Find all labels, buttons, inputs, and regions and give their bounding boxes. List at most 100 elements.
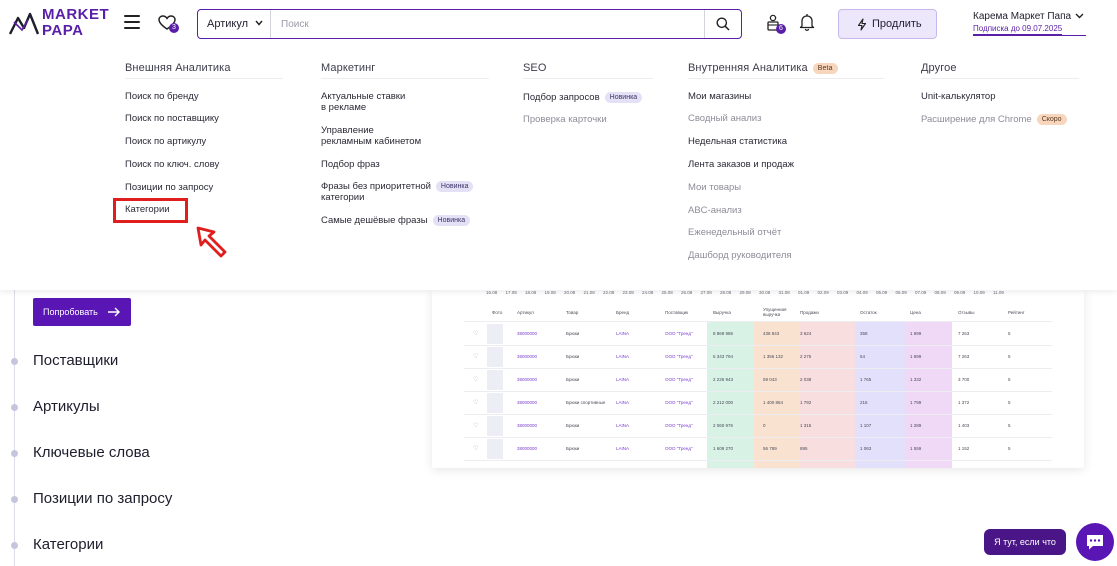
menu-item-manager-dashboard[interactable]: Дашборд руководителя (688, 250, 792, 261)
table-cell-sku[interactable]: 38000000 (517, 423, 537, 428)
menu-item-my-stores[interactable]: Мои магазины (688, 91, 751, 102)
sidebar-item-articles[interactable]: Артикулы (33, 398, 100, 415)
table-cell-brand[interactable]: LAINA (616, 354, 629, 359)
menu-item-keyword-search[interactable]: Поиск по ключ. слову (125, 159, 219, 170)
table-cell-supplier[interactable]: ООО "Тренд" (665, 354, 693, 359)
column-header[interactable]: Товар (566, 310, 578, 315)
menu-item-orders-feed[interactable]: Лента заказов и продаж (688, 159, 794, 170)
try-label: Попробовать (43, 307, 98, 317)
table-cell-rating: 5 (1008, 331, 1011, 336)
search-button[interactable] (704, 10, 741, 38)
table-cell-sku[interactable]: 38000000 (517, 377, 537, 382)
table-cell-supplier[interactable]: ООО "Тренд" (665, 446, 693, 451)
menu-item-label: Расширение для Chrome (921, 114, 1032, 125)
column-header[interactable]: Упущенная выручка (763, 307, 793, 317)
heart-icon[interactable]: ♡ (473, 399, 478, 406)
menu-item-weekly-report[interactable]: Еженедельный отчёт (688, 227, 781, 238)
chat-button[interactable] (1076, 523, 1114, 561)
search-type-select[interactable]: Артикул (198, 10, 271, 38)
heart-icon[interactable]: ♡ (473, 330, 478, 337)
column-header[interactable]: Бренд (616, 310, 629, 315)
column-header[interactable]: Фото (492, 310, 502, 315)
menu-item-sku-search[interactable]: Поиск по артикулу (125, 136, 206, 147)
table-cell-brand[interactable]: LAINA (616, 331, 629, 336)
column-header[interactable]: Остаток (860, 310, 877, 315)
menu-item-my-products[interactable]: Мои товары (688, 182, 741, 193)
menu-item-phrase-selection[interactable]: Подбор фраз (321, 159, 380, 170)
user-name[interactable]: Карема Маркет Папа (973, 11, 1071, 22)
table-cell-supplier[interactable]: ООО "Тренд" (665, 400, 693, 405)
table-cell-supplier[interactable]: ООО "Тренд" (665, 331, 693, 336)
arrow-right-icon (108, 307, 120, 317)
divider (523, 78, 653, 79)
row-divider (464, 391, 1052, 392)
beta-badge: Beta (812, 63, 838, 74)
table-cell-brand[interactable]: LAINA (616, 446, 629, 451)
timeline-dot (11, 450, 18, 457)
orders-button[interactable]: 6 (765, 13, 787, 35)
column-header[interactable]: Отзывы (958, 310, 974, 315)
table-cell-lost: 438 843 (763, 331, 780, 336)
table-cell-reviews: 3 700 (958, 377, 970, 382)
subscription-link[interactable]: Подписка до 09.07.2025 (973, 24, 1063, 35)
table-cell-brand[interactable]: LAINA (616, 377, 629, 382)
column-header[interactable]: Артикул (517, 310, 534, 315)
try-button[interactable]: Попробовать (33, 298, 131, 326)
new-badge: Новинка (604, 92, 643, 103)
menu-item-summary[interactable]: Сводный анализ (688, 113, 761, 124)
date-tick: 19.08 (544, 290, 556, 295)
menu-item-line: рекламным кабинетом (321, 136, 422, 147)
menu-item-line: категории (321, 192, 365, 203)
logo[interactable]: MARKET PAPA (8, 6, 109, 40)
column-header[interactable]: Продажи (800, 310, 819, 315)
menu-item-query-selection[interactable]: Подбор запросов Новинка (523, 92, 643, 103)
column-header[interactable]: Поставщик (665, 310, 688, 315)
favorites-button[interactable]: 3 (157, 13, 179, 35)
menu-item-supplier-search[interactable]: Поиск по поставщику (125, 113, 219, 124)
table-cell-brand[interactable]: LAINA (616, 423, 629, 428)
table-cell-sku[interactable]: 38000000 (517, 446, 537, 451)
menu-item-abc-analysis[interactable]: ABC-анализ (688, 205, 742, 216)
new-badge: Новинка (435, 181, 474, 192)
notifications-button[interactable] (799, 13, 817, 33)
menu-burger-icon[interactable] (124, 15, 140, 29)
sidebar-item-categories[interactable]: Категории (33, 536, 103, 553)
table-cell-name: Брюки (566, 377, 580, 382)
heart-icon[interactable]: ♡ (473, 445, 478, 452)
menu-item-card-check[interactable]: Проверка карточки (523, 114, 607, 125)
table-cell-reviews: 1 372 (958, 400, 970, 405)
menu-item-unit-calculator[interactable]: Unit-калькулятор (921, 91, 996, 102)
heart-icon[interactable]: ♡ (473, 353, 478, 360)
menu-item-ad-bids[interactable]: Актуальные ставки в рекламе (321, 91, 405, 113)
table-cell-sku[interactable]: 38000000 (517, 400, 537, 405)
help-button[interactable]: Я тут, если что (984, 529, 1066, 555)
column-header[interactable]: Цена (910, 310, 921, 315)
date-tick: 10.09 (973, 290, 985, 295)
table-cell-sku[interactable]: 38000000 (517, 331, 537, 336)
menu-item-ad-cabinet[interactable]: Управление рекламным кабинетом (321, 125, 421, 147)
column-header[interactable]: Выручка (713, 310, 731, 315)
table-cell-sku[interactable]: 38000000 (517, 354, 537, 359)
extend-subscription-button[interactable]: Продлить (838, 9, 937, 39)
table-cell-supplier[interactable]: ООО "Тренд" (665, 377, 693, 382)
menu-item-chrome-extension[interactable]: Расширение для Chrome Скоро (921, 114, 1067, 125)
table-cell-brand[interactable]: LAINA (616, 400, 629, 405)
search-input[interactable] (272, 10, 702, 38)
menu-item-phrases-no-priority[interactable]: Фразы без приоритетной Новинка категории (321, 181, 474, 203)
sidebar-item-suppliers[interactable]: Поставщики (33, 352, 118, 369)
menu-item-query-positions[interactable]: Позиции по запросу (125, 182, 213, 193)
date-tick: 29.08 (739, 290, 751, 295)
column-header[interactable]: Рейтинг (1008, 310, 1025, 315)
sidebar-item-query-positions[interactable]: Позиции по запросу (33, 490, 172, 507)
sidebar-item-keywords[interactable]: Ключевые слова (33, 444, 150, 461)
menu-item-weekly-stats[interactable]: Недельная статистика (688, 136, 787, 147)
date-axis: 16.08 17.08 18.08 19.08 20.08 21.08 22.08 23.08… (432, 290, 1084, 298)
row-divider (464, 414, 1052, 415)
table-cell-supplier[interactable]: ООО "Тренд" (665, 423, 693, 428)
menu-item-cheapest-phrases[interactable]: Самые дешёвые фразы Новинка (321, 215, 471, 226)
chevron-down-icon[interactable] (1075, 13, 1084, 19)
menu-item-brand-search[interactable]: Поиск по бренду (125, 91, 199, 102)
heart-icon[interactable]: ♡ (473, 422, 478, 429)
heart-icon[interactable]: ♡ (473, 376, 478, 383)
menu-column-title: SEO (523, 62, 547, 74)
